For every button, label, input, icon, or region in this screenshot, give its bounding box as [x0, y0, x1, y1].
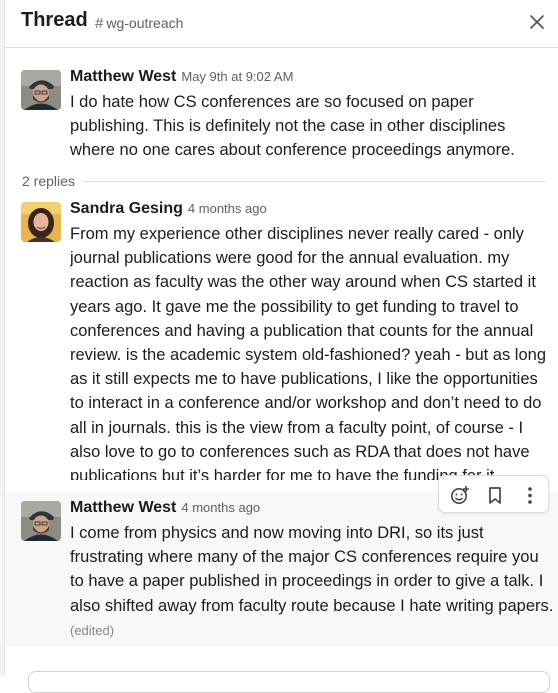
message-meta: Sandra Gesing 4 months ago: [70, 200, 267, 218]
edited-label: (edited): [70, 622, 115, 638]
message-meta: Matthew West 4 months ago: [70, 499, 260, 517]
add-reaction-icon[interactable]: [444, 480, 476, 510]
replies-line: [82, 181, 546, 182]
parent-message: Matthew West May 9th at 9:02 AM I do hate…: [5, 60, 558, 170]
hash-icon: #: [95, 15, 104, 32]
avatar[interactable]: [21, 70, 61, 110]
reply-message: Sandra Gesing 4 months ago From my experi…: [5, 192, 558, 492]
message-actions-toolbar: [438, 475, 549, 513]
timestamp[interactable]: 4 months ago: [188, 201, 267, 216]
replies-count: 2 replies: [22, 173, 83, 189]
message-body: I come from physics and now moving into …: [70, 524, 554, 615]
close-icon[interactable]: [527, 12, 547, 32]
bookmark-icon[interactable]: [479, 480, 511, 510]
author-name[interactable]: Matthew West: [70, 499, 176, 516]
timestamp[interactable]: May 9th at 9:02 AM: [181, 69, 293, 84]
reply-message: Matthew West 4 months ago I come from phy…: [5, 492, 558, 646]
channel-name: wg-outreach: [106, 15, 184, 31]
thread-title: Thread: [21, 9, 88, 31]
message-meta: Matthew West May 9th at 9:02 AM: [70, 68, 293, 86]
timestamp[interactable]: 4 months ago: [181, 500, 260, 515]
avatar-matthew-west-image: [21, 501, 61, 541]
author-name[interactable]: Sandra Gesing: [70, 200, 183, 217]
channel-link[interactable]: # wg-outreach: [95, 15, 183, 32]
author-name[interactable]: Matthew West: [70, 68, 176, 85]
avatar-matthew-west-image: [21, 70, 61, 110]
more-vertical-icon[interactable]: [514, 480, 546, 510]
avatar[interactable]: [21, 501, 61, 541]
message-text: I do hate how CS conferences are so focu…: [70, 93, 515, 160]
thread-header: Thread # wg-outreach: [5, 0, 558, 48]
reply-composer[interactable]: [28, 671, 550, 693]
message-text: From my experience other disciplines nev…: [70, 225, 547, 480]
avatar-sandra-gesing-image: [21, 202, 61, 242]
replies-divider: 2 replies: [22, 172, 546, 190]
avatar[interactable]: [21, 202, 61, 242]
message-text: I come from physics and now moving into …: [70, 521, 554, 643]
